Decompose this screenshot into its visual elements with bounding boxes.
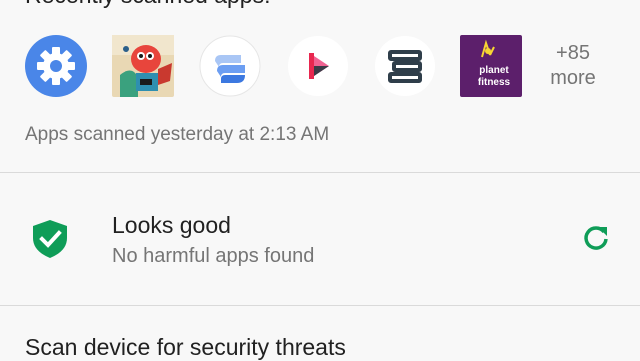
planet-fitness-icon: planet fitness: [460, 35, 522, 97]
more-apps-button[interactable]: +85 more: [545, 41, 601, 91]
svg-text:planet: planet: [479, 65, 509, 76]
app-stacked-bars[interactable]: [374, 35, 436, 97]
shield-check-icon: [33, 220, 67, 258]
last-scan-time: Apps scanned yesterday at 2:13 AM: [25, 124, 330, 145]
recent-apps-row: planet fitness +85 more: [25, 35, 605, 98]
app-planet-fitness[interactable]: planet fitness: [460, 35, 522, 97]
status-subtitle: No harmful apps found: [112, 245, 315, 267]
refresh-icon: [584, 226, 608, 250]
app-layers[interactable]: [199, 35, 261, 97]
more-apps-label: more: [550, 67, 596, 89]
svg-text:fitness: fitness: [478, 77, 511, 88]
app-settings[interactable]: [25, 35, 87, 97]
layers-app-icon: [199, 35, 261, 97]
recently-scanned-title: Recently scanned apps:: [25, 0, 271, 9]
settings-gear-icon: [25, 35, 87, 97]
refresh-button[interactable]: [580, 222, 612, 254]
status-title: Looks good: [112, 212, 231, 238]
game-character-icon: [112, 35, 174, 97]
divider: [0, 172, 640, 173]
red-play-app-icon: [288, 36, 348, 96]
app-red-play[interactable]: [287, 35, 349, 97]
stacked-bars-app-icon: [375, 36, 435, 96]
scan-device-option[interactable]: Scan device for security threats: [25, 334, 346, 361]
more-apps-count: +85: [556, 42, 590, 64]
app-game[interactable]: [112, 35, 174, 97]
divider: [0, 305, 640, 306]
